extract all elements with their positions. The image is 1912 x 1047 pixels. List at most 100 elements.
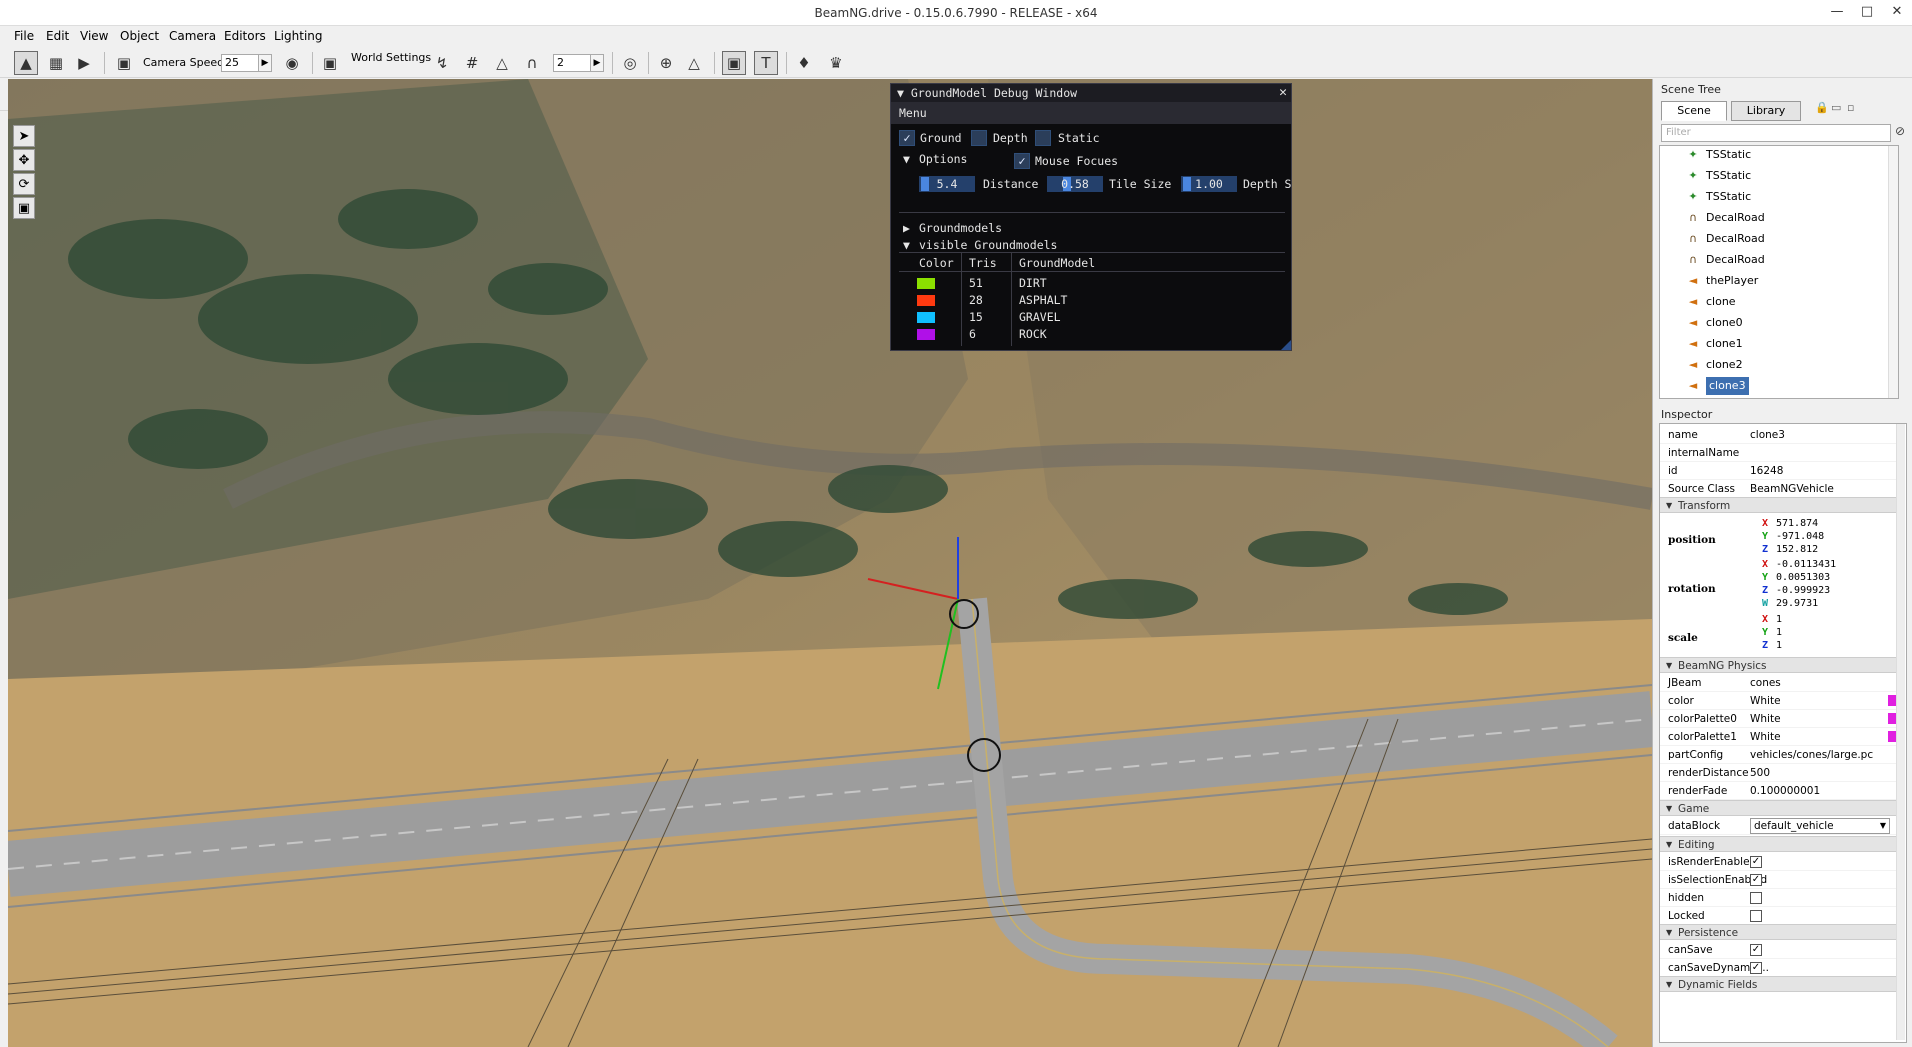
field-checkbox[interactable] <box>1750 892 1762 904</box>
scene-tree-item[interactable]: ∩ DecalRoad <box>1686 230 1886 248</box>
field-checkbox[interactable]: ✓ <box>1750 962 1762 974</box>
lock-icon[interactable]: 🔒 <box>1815 101 1829 114</box>
tab-scene[interactable]: Scene <box>1661 101 1727 121</box>
persistence-section[interactable]: ▼ Persistence <box>1660 924 1898 940</box>
transform-section[interactable]: ▼ Transform <box>1660 497 1898 513</box>
field-checkbox[interactable]: ✓ <box>1750 944 1762 956</box>
scene-tree-item[interactable]: ◄ clone0 <box>1686 314 1886 332</box>
resize-grip[interactable] <box>1281 340 1291 350</box>
folder-icon[interactable]: ▭ <box>1831 101 1841 114</box>
field-value[interactable]: cones <box>1750 674 1781 692</box>
field-value[interactable]: White <box>1750 710 1781 728</box>
depth-slider[interactable]: 1.00 <box>1181 176 1237 192</box>
maximize-icon[interactable]: □ <box>1852 0 1882 26</box>
collapse-triangle-icon[interactable]: ▼ <box>897 86 904 100</box>
drop-at-camera-icon[interactable]: ♦ <box>792 51 816 75</box>
debug-menu[interactable]: Menu <box>891 102 1291 124</box>
play-icon[interactable]: ▶ <box>72 51 96 75</box>
menu-camera[interactable]: Camera <box>169 29 216 43</box>
debug-title-bar[interactable]: ▼ GroundModel Debug Window <box>891 84 1291 102</box>
depth-checkbox[interactable] <box>971 130 987 146</box>
3d-viewport[interactable] <box>8 79 1652 1047</box>
dynamic-fields-section[interactable]: ▼ Dynamic Fields <box>1660 976 1898 992</box>
options-label[interactable]: Options <box>919 152 967 166</box>
scale-vector[interactable]: X1 Y1 Z1 <box>1762 613 1782 652</box>
gui-editor-icon[interactable]: ▦ <box>44 51 68 75</box>
field-value[interactable]: 16248 <box>1750 462 1783 480</box>
field-value[interactable]: 0.100000001 <box>1750 782 1820 800</box>
terrain-snap-icon[interactable]: △ <box>490 51 514 75</box>
scene-tree-item[interactable]: ◄ clone3 <box>1686 377 1886 395</box>
camera-icon[interactable]: ▣ <box>112 51 136 75</box>
snap-value-arrow[interactable]: ▶ <box>590 54 604 72</box>
scene-tree-item[interactable]: ✦ TSStatic <box>1686 146 1886 164</box>
visibility-eye-icon[interactable]: ◉ <box>280 51 304 75</box>
tile-size-slider[interactable]: 0.58 <box>1047 176 1103 192</box>
visible-groundmodels-label[interactable]: visible Groundmodels <box>919 238 1057 252</box>
menu-editors[interactable]: Editors <box>224 29 266 43</box>
editing-section[interactable]: ▼ Editing <box>1660 836 1898 852</box>
scene-tree-item[interactable]: ◄ clone <box>1686 293 1886 311</box>
clear-filter-icon[interactable]: ⊘ <box>1895 124 1905 138</box>
scene-tree-scrollbar[interactable] <box>1888 146 1898 398</box>
text-labels-icon[interactable]: T <box>754 51 778 75</box>
rotation-vector[interactable]: X -0.0113431 Y 0.0051303 Z -0.999923 W 29.97… <box>1762 558 1836 610</box>
menu-view[interactable]: View <box>80 29 108 43</box>
scene-filter-input[interactable]: Filter <box>1661 124 1891 142</box>
world-editor-icon[interactable]: ▲ <box>14 51 38 75</box>
menu-edit[interactable]: Edit <box>46 29 69 43</box>
field-value[interactable]: 500 <box>1750 764 1770 782</box>
field-checkbox[interactable]: ✓ <box>1750 856 1762 868</box>
debug-close-icon[interactable]: ✕ <box>1279 84 1287 102</box>
fit-view-icon[interactable]: ▣ <box>722 51 746 75</box>
scene-tree-item[interactable]: ◄ clone2 <box>1686 356 1886 374</box>
ground-checkbox[interactable]: ✓ <box>899 130 915 146</box>
menu-lighting[interactable]: Lighting <box>274 29 323 43</box>
close-icon[interactable]: ✕ <box>1882 0 1912 26</box>
screenshot-icon[interactable]: ▣ <box>318 51 342 75</box>
scene-tree-item[interactable]: ✦ TSStatic <box>1686 188 1886 206</box>
magnet-icon[interactable]: ∩ <box>520 51 544 75</box>
menu-file[interactable]: File <box>14 29 34 43</box>
rotate-gizmo-icon[interactable]: ⟳ <box>13 173 35 195</box>
options-triangle-icon[interactable]: ▼ <box>903 152 910 166</box>
scene-tree-item[interactable]: ∩ DecalRoad <box>1686 209 1886 227</box>
static-checkbox[interactable] <box>1035 130 1051 146</box>
camera-speed-input[interactable]: 25 <box>221 54 259 72</box>
field-value[interactable]: White <box>1750 692 1781 710</box>
select-arrow-icon[interactable]: ➤ <box>13 125 35 147</box>
field-checkbox[interactable] <box>1750 910 1762 922</box>
distance-slider[interactable]: 5.4 <box>919 176 975 192</box>
inspector-scrollbar[interactable] <box>1896 424 1905 1040</box>
mouse-focus-checkbox[interactable]: ✓ <box>1014 153 1030 169</box>
camera-speed-arrow[interactable]: ▶ <box>258 54 272 72</box>
field-value[interactable]: vehicles/cones/large.pc <box>1750 746 1873 764</box>
field-value[interactable]: clone3 <box>1750 426 1785 444</box>
game-section[interactable]: ▼ Game <box>1660 800 1898 816</box>
scene-tree-item[interactable]: ∩ DecalRoad <box>1686 251 1886 269</box>
position-vector[interactable]: X 571.874 Y -971.048 Z 152.812 <box>1762 517 1824 556</box>
field-value[interactable]: White <box>1750 728 1781 746</box>
drop-options-icon[interactable]: ♛ <box>824 51 848 75</box>
visible-triangle-icon[interactable]: ▼ <box>903 238 910 252</box>
datablock-dropdown[interactable]: default_vehicle ▼ <box>1750 818 1890 834</box>
world-transform-icon[interactable]: △ <box>682 51 706 75</box>
scene-tree-item[interactable]: ◄ clone1 <box>1686 335 1886 353</box>
tab-library[interactable]: Library <box>1731 101 1801 121</box>
groundmodels-label[interactable]: Groundmodels <box>919 221 1002 235</box>
object-center-icon[interactable]: ◎ <box>618 51 642 75</box>
field-value[interactable]: BeamNGVehicle <box>1750 480 1834 498</box>
minimize-icon[interactable]: — <box>1822 0 1852 26</box>
field-checkbox[interactable]: ✓ <box>1750 874 1762 886</box>
move-gizmo-icon[interactable]: ✥ <box>13 149 35 171</box>
delete-icon[interactable]: ▫ <box>1847 101 1854 114</box>
scale-gizmo-icon[interactable]: ▣ <box>13 197 35 219</box>
physics-section[interactable]: ▼ BeamNG Physics <box>1660 657 1898 673</box>
bounds-center-icon[interactable]: ⊕ <box>654 51 678 75</box>
snap-value-input[interactable]: 2 <box>553 54 591 72</box>
snap-settings-icon[interactable]: ↯ <box>430 51 454 75</box>
grid-snap-icon[interactable]: # <box>460 51 484 75</box>
world-settings-label[interactable]: World Settings <box>351 51 431 64</box>
groundmodels-arrow-icon[interactable]: ▶ <box>903 221 910 235</box>
scene-tree-item[interactable]: ✦ TSStatic <box>1686 167 1886 185</box>
